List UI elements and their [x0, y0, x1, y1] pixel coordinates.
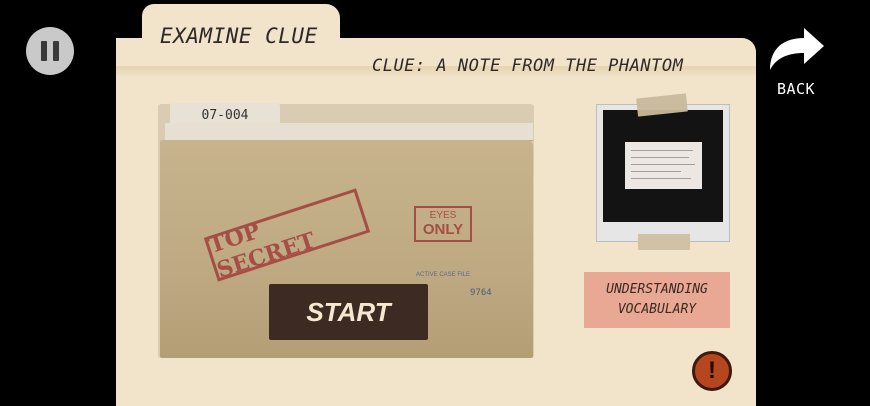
clue-title: CLUE: A NOTE FROM THE PHANTOM — [372, 56, 684, 76]
understanding-vocabulary-button[interactable]: UNDERSTANDING VOCABULARY — [584, 272, 730, 328]
case-file-label: ACTIVE CASE FILE — [416, 272, 471, 278]
exclamation-icon: ! — [708, 357, 716, 384]
curved-arrow-icon — [770, 28, 824, 70]
back-label: BACK — [776, 80, 816, 98]
tape-bottom — [638, 234, 690, 250]
pause-button[interactable] — [26, 27, 74, 75]
start-button[interactable]: START — [269, 284, 428, 340]
pause-icon — [41, 41, 47, 61]
file-tab-label: 07-004 — [201, 108, 249, 123]
back-button[interactable]: BACK — [762, 22, 830, 102]
case-file-number: 9764 — [470, 288, 492, 298]
alert-button[interactable]: ! — [692, 351, 732, 391]
page-title: EXAMINE CLUE — [160, 24, 318, 48]
eyes-only-stamp: EYES ONLY — [414, 206, 472, 242]
